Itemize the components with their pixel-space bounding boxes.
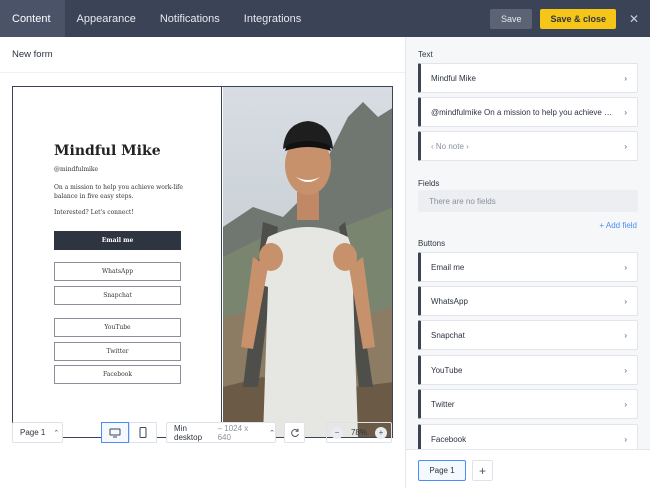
page-tabs-bar: Page 1 + <box>406 449 650 488</box>
preview-snapchat-button[interactable]: Snapchat <box>54 286 181 305</box>
zoom-out-button[interactable]: − <box>331 426 343 439</box>
viewport-size-select[interactable]: Min desktop – 1024 x 640 ⌃ <box>166 422 276 443</box>
text-item-label: ‹ No note › <box>431 141 469 151</box>
viewport-size-name: Min desktop <box>174 423 203 442</box>
zoom-level: 78% <box>350 428 367 437</box>
desktop-icon <box>109 428 121 437</box>
tab-integrations[interactable]: Integrations <box>232 0 313 37</box>
chevron-up-icon: ⌃ <box>53 429 60 437</box>
chevron-right-icon: › <box>624 330 627 340</box>
button-item-label: Twitter <box>431 399 455 409</box>
device-toggle <box>101 422 157 443</box>
content-sidebar: Text Mindful Mike › @mindfulmike On a mis… <box>406 37 650 449</box>
preview-youtube-button[interactable]: YouTube <box>54 318 181 337</box>
button-item[interactable]: WhatsApp › <box>418 286 638 316</box>
page-tab[interactable]: Page 1 <box>418 460 466 481</box>
divider <box>0 72 405 73</box>
no-fields-placeholder: There are no fields <box>418 190 638 212</box>
button-item-label: Email me <box>431 262 465 272</box>
text-item-label: Mindful Mike <box>431 73 476 83</box>
chevron-right-icon: › <box>624 107 627 117</box>
viewport-size-dims: – 1024 x 640 <box>217 423 249 442</box>
button-item[interactable]: Email me › <box>418 252 638 282</box>
preview-twitter-button[interactable]: Twitter <box>54 342 181 361</box>
button-item[interactable]: YouTube › <box>418 355 638 385</box>
tab-appearance[interactable]: Appearance <box>65 0 148 37</box>
fields-section-title: Fields <box>418 179 440 188</box>
text-item-label: @mindfulmike On a mission to help you ac… <box>431 107 613 117</box>
preview-email-button[interactable]: Email me <box>54 231 181 250</box>
chevron-right-icon: › <box>624 141 627 151</box>
top-toolbar: Content Appearance Notifications Integra… <box>0 0 650 37</box>
chevron-right-icon: › <box>624 262 627 272</box>
close-icon[interactable]: ✕ <box>624 9 644 29</box>
chevron-right-icon: › <box>624 296 627 306</box>
zoom-control: − 78% + <box>326 422 392 443</box>
button-item-label: YouTube <box>431 365 463 375</box>
profile-photo <box>223 87 392 437</box>
preview-bio: On a mission to help you achieve work-li… <box>54 184 183 200</box>
canvas-controls: Page 1 ⌃ Min desktop – 1024 x 640 ⌃ − 78… <box>0 411 406 488</box>
preview-title: Mindful Mike <box>54 143 161 159</box>
preview-cta: Interested? Let's connect! <box>54 209 134 216</box>
text-item[interactable]: @mindfulmike On a mission to help you ac… <box>418 97 638 127</box>
page-select-label: Page 1 <box>20 428 46 437</box>
preview-content: Mindful Mike @mindfulmike On a mission t… <box>13 87 222 437</box>
tab-content[interactable]: Content <box>0 0 65 37</box>
chevron-right-icon: › <box>624 365 627 375</box>
save-button[interactable]: Save <box>489 8 533 29</box>
button-item[interactable]: Snapchat › <box>418 320 638 350</box>
save-close-button[interactable]: Save & close <box>540 8 616 29</box>
button-item-label: WhatsApp <box>431 296 468 306</box>
mobile-icon <box>139 427 147 438</box>
desktop-view-button[interactable] <box>101 422 129 443</box>
preview-handle: @mindfulmike <box>54 166 99 173</box>
preview-facebook-button[interactable]: Facebook <box>54 365 181 384</box>
page-select[interactable]: Page 1 ⌃ <box>12 422 63 443</box>
chevron-up-icon: ⌃ <box>269 429 275 437</box>
text-item[interactable]: Mindful Mike › <box>418 63 638 93</box>
text-item[interactable]: ‹ No note › › <box>418 131 638 161</box>
zoom-in-button[interactable]: + <box>374 426 387 439</box>
chevron-right-icon: › <box>624 73 627 83</box>
button-item[interactable]: Facebook › <box>418 424 638 449</box>
text-section-title: Text <box>418 50 433 59</box>
mobile-view-button[interactable] <box>129 422 157 443</box>
button-item-label: Snapchat <box>431 330 465 340</box>
add-field-link[interactable]: + Add field <box>599 221 637 230</box>
buttons-section-title: Buttons <box>418 239 446 248</box>
button-item[interactable]: Twitter › <box>418 389 638 419</box>
preview-whatsapp-button[interactable]: WhatsApp <box>54 262 181 281</box>
tab-notifications[interactable]: Notifications <box>148 0 232 37</box>
chevron-right-icon: › <box>624 434 627 444</box>
form-preview: Mindful Mike @mindfulmike On a mission t… <box>12 86 393 438</box>
add-page-button[interactable]: + <box>472 460 493 481</box>
form-name[interactable]: New form <box>12 49 53 60</box>
chevron-right-icon: › <box>624 399 627 409</box>
refresh-icon <box>290 428 299 437</box>
refresh-button[interactable] <box>284 422 305 443</box>
button-item-label: Facebook <box>431 434 467 444</box>
